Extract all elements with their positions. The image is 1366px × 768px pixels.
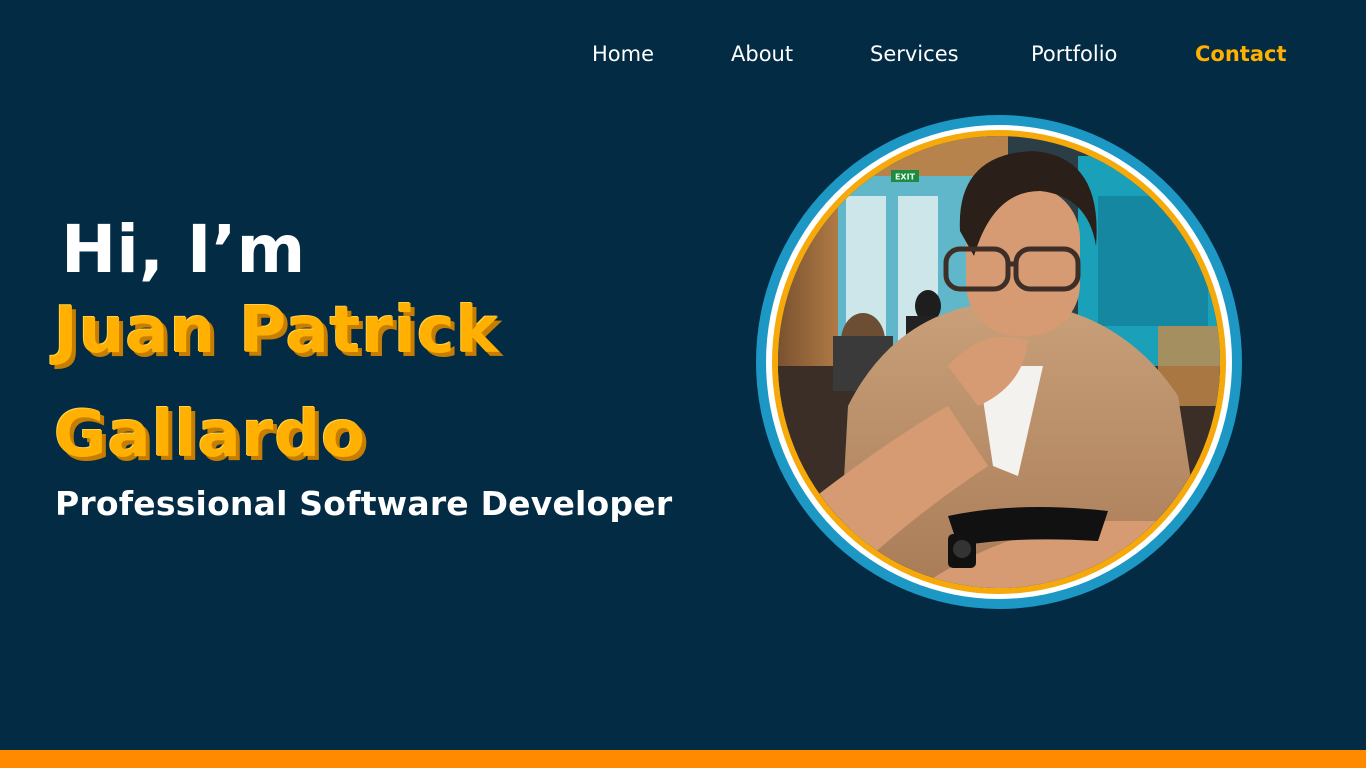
hero-name-first: Juan Patrick	[54, 294, 500, 368]
nav-link-services[interactable]: Services	[870, 40, 959, 68]
main-navigation: Home About Services Portfolio Contact	[0, 0, 1366, 108]
exit-sign-label: EXIT	[895, 173, 916, 182]
bottom-accent-bar	[0, 750, 1366, 768]
hero-greeting: Hi, I’m	[61, 211, 306, 288]
hero-role: Professional Software Developer	[55, 484, 673, 523]
profile-photo: EXIT	[778, 136, 1220, 588]
nav-link-home[interactable]: Home	[592, 40, 654, 68]
nav-link-about[interactable]: About	[731, 40, 793, 68]
hero-name-last: Gallardo	[54, 398, 367, 472]
nav-link-portfolio[interactable]: Portfolio	[1031, 40, 1117, 68]
nav-link-contact[interactable]: Contact	[1195, 40, 1287, 68]
